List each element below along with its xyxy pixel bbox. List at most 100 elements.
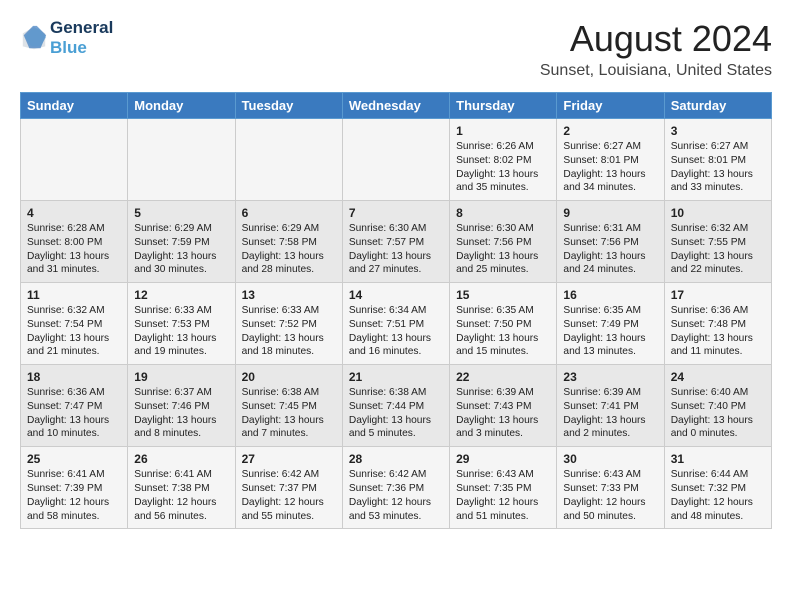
week-row-4: 18 Sunrise: 6:36 AM Sunset: 7:47 PM Dayli… (21, 365, 772, 447)
cell-content: Sunrise: 6:32 AM Sunset: 7:55 PM Dayligh… (671, 222, 765, 277)
cell-content: Sunrise: 6:42 AM Sunset: 7:36 PM Dayligh… (349, 468, 443, 523)
cell-content: Sunrise: 6:35 AM Sunset: 7:50 PM Dayligh… (456, 304, 550, 359)
cell-content: Sunrise: 6:41 AM Sunset: 7:38 PM Dayligh… (134, 468, 228, 523)
cell-content: Sunrise: 6:29 AM Sunset: 7:58 PM Dayligh… (242, 222, 336, 277)
calendar-table: Sunday Monday Tuesday Wednesday Thursday… (20, 92, 772, 529)
day-number: 19 (134, 370, 228, 384)
calendar-cell: 15 Sunrise: 6:35 AM Sunset: 7:50 PM Dayli… (450, 283, 557, 365)
logo: General Blue (20, 18, 113, 57)
day-number: 8 (456, 206, 550, 220)
calendar-cell (21, 119, 128, 201)
cell-content: Sunrise: 6:36 AM Sunset: 7:48 PM Dayligh… (671, 304, 765, 359)
day-number: 2 (563, 124, 657, 138)
cell-content: Sunrise: 6:27 AM Sunset: 8:01 PM Dayligh… (671, 140, 765, 195)
cell-content: Sunrise: 6:37 AM Sunset: 7:46 PM Dayligh… (134, 386, 228, 441)
cell-content: Sunrise: 6:31 AM Sunset: 7:56 PM Dayligh… (563, 222, 657, 277)
calendar-cell: 7 Sunrise: 6:30 AM Sunset: 7:57 PM Daylig… (342, 201, 449, 283)
calendar-cell: 1 Sunrise: 6:26 AM Sunset: 8:02 PM Daylig… (450, 119, 557, 201)
day-number: 17 (671, 288, 765, 302)
calendar-cell: 14 Sunrise: 6:34 AM Sunset: 7:51 PM Dayli… (342, 283, 449, 365)
cell-content: Sunrise: 6:39 AM Sunset: 7:43 PM Dayligh… (456, 386, 550, 441)
calendar-cell: 8 Sunrise: 6:30 AM Sunset: 7:56 PM Daylig… (450, 201, 557, 283)
calendar-cell: 30 Sunrise: 6:43 AM Sunset: 7:33 PM Dayli… (557, 447, 664, 529)
day-number: 11 (27, 288, 121, 302)
col-thursday: Thursday (450, 93, 557, 119)
cell-content: Sunrise: 6:38 AM Sunset: 7:45 PM Dayligh… (242, 386, 336, 441)
cell-content: Sunrise: 6:30 AM Sunset: 7:57 PM Dayligh… (349, 222, 443, 277)
calendar-cell: 22 Sunrise: 6:39 AM Sunset: 7:43 PM Dayli… (450, 365, 557, 447)
day-number: 10 (671, 206, 765, 220)
day-number: 29 (456, 452, 550, 466)
calendar-page: General Blue August 2024 Sunset, Louisia… (0, 0, 792, 539)
cell-content: Sunrise: 6:38 AM Sunset: 7:44 PM Dayligh… (349, 386, 443, 441)
day-number: 22 (456, 370, 550, 384)
title-block: August 2024 Sunset, Louisiana, United St… (540, 18, 772, 80)
day-number: 7 (349, 206, 443, 220)
cell-content: Sunrise: 6:35 AM Sunset: 7:49 PM Dayligh… (563, 304, 657, 359)
cell-content: Sunrise: 6:42 AM Sunset: 7:37 PM Dayligh… (242, 468, 336, 523)
calendar-cell (128, 119, 235, 201)
cell-content: Sunrise: 6:39 AM Sunset: 7:41 PM Dayligh… (563, 386, 657, 441)
day-number: 12 (134, 288, 228, 302)
week-row-1: 1 Sunrise: 6:26 AM Sunset: 8:02 PM Daylig… (21, 119, 772, 201)
calendar-cell: 27 Sunrise: 6:42 AM Sunset: 7:37 PM Dayli… (235, 447, 342, 529)
day-number: 25 (27, 452, 121, 466)
calendar-cell: 29Sunrise: 6:43 AM Sunset: 7:35 PM Dayli… (450, 447, 557, 529)
day-number: 6 (242, 206, 336, 220)
calendar-cell: 26 Sunrise: 6:41 AM Sunset: 7:38 PM Dayli… (128, 447, 235, 529)
calendar-cell: 5Sunrise: 6:29 AM Sunset: 7:59 PM Daylig… (128, 201, 235, 283)
col-tuesday: Tuesday (235, 93, 342, 119)
cell-content: Sunrise: 6:43 AM Sunset: 7:33 PM Dayligh… (563, 468, 657, 523)
calendar-cell: 23Sunrise: 6:39 AM Sunset: 7:41 PM Dayli… (557, 365, 664, 447)
logo-text: General Blue (50, 18, 113, 57)
col-sunday: Sunday (21, 93, 128, 119)
calendar-cell: 20Sunrise: 6:38 AM Sunset: 7:45 PM Dayli… (235, 365, 342, 447)
header-row: Sunday Monday Tuesday Wednesday Thursday… (21, 93, 772, 119)
day-number: 24 (671, 370, 765, 384)
logo-icon (20, 24, 48, 52)
calendar-cell: 2 Sunrise: 6:27 AM Sunset: 8:01 PM Daylig… (557, 119, 664, 201)
calendar-cell: 9 Sunrise: 6:31 AM Sunset: 7:56 PM Daylig… (557, 201, 664, 283)
day-number: 3 (671, 124, 765, 138)
week-row-2: 4Sunrise: 6:28 AM Sunset: 8:00 PM Daylig… (21, 201, 772, 283)
calendar-cell: 12 Sunrise: 6:33 AM Sunset: 7:53 PM Dayli… (128, 283, 235, 365)
cell-content: Sunrise: 6:36 AM Sunset: 7:47 PM Dayligh… (27, 386, 121, 441)
subtitle: Sunset, Louisiana, United States (540, 62, 772, 80)
cell-content: Sunrise: 6:30 AM Sunset: 7:56 PM Dayligh… (456, 222, 550, 277)
cell-content: Sunrise: 6:29 AM Sunset: 7:59 PM Dayligh… (134, 222, 228, 277)
main-title: August 2024 (540, 18, 772, 60)
day-number: 15 (456, 288, 550, 302)
day-number: 27 (242, 452, 336, 466)
calendar-cell: 21Sunrise: 6:38 AM Sunset: 7:44 PM Dayli… (342, 365, 449, 447)
cell-content: Sunrise: 6:28 AM Sunset: 8:00 PM Dayligh… (27, 222, 121, 277)
calendar-cell (342, 119, 449, 201)
day-number: 1 (456, 124, 550, 138)
col-wednesday: Wednesday (342, 93, 449, 119)
calendar-cell: 3 Sunrise: 6:27 AM Sunset: 8:01 PM Daylig… (664, 119, 771, 201)
calendar-cell: 11Sunrise: 6:32 AM Sunset: 7:54 PM Dayli… (21, 283, 128, 365)
day-number: 28 (349, 452, 443, 466)
week-row-5: 25Sunrise: 6:41 AM Sunset: 7:39 PM Dayli… (21, 447, 772, 529)
cell-content: Sunrise: 6:33 AM Sunset: 7:52 PM Dayligh… (242, 304, 336, 359)
cell-content: Sunrise: 6:26 AM Sunset: 8:02 PM Dayligh… (456, 140, 550, 195)
header: General Blue August 2024 Sunset, Louisia… (20, 18, 772, 80)
day-number: 30 (563, 452, 657, 466)
calendar-cell: 28 Sunrise: 6:42 AM Sunset: 7:36 PM Dayli… (342, 447, 449, 529)
col-saturday: Saturday (664, 93, 771, 119)
cell-content: Sunrise: 6:33 AM Sunset: 7:53 PM Dayligh… (134, 304, 228, 359)
day-number: 14 (349, 288, 443, 302)
cell-content: Sunrise: 6:27 AM Sunset: 8:01 PM Dayligh… (563, 140, 657, 195)
calendar-cell: 10 Sunrise: 6:32 AM Sunset: 7:55 PM Dayli… (664, 201, 771, 283)
col-friday: Friday (557, 93, 664, 119)
day-number: 31 (671, 452, 765, 466)
calendar-cell (235, 119, 342, 201)
calendar-cell: 19 Sunrise: 6:37 AM Sunset: 7:46 PM Dayli… (128, 365, 235, 447)
cell-content: Sunrise: 6:34 AM Sunset: 7:51 PM Dayligh… (349, 304, 443, 359)
col-monday: Monday (128, 93, 235, 119)
cell-content: Sunrise: 6:44 AM Sunset: 7:32 PM Dayligh… (671, 468, 765, 523)
day-number: 18 (27, 370, 121, 384)
day-number: 16 (563, 288, 657, 302)
day-number: 9 (563, 206, 657, 220)
calendar-cell: 4Sunrise: 6:28 AM Sunset: 8:00 PM Daylig… (21, 201, 128, 283)
day-number: 26 (134, 452, 228, 466)
